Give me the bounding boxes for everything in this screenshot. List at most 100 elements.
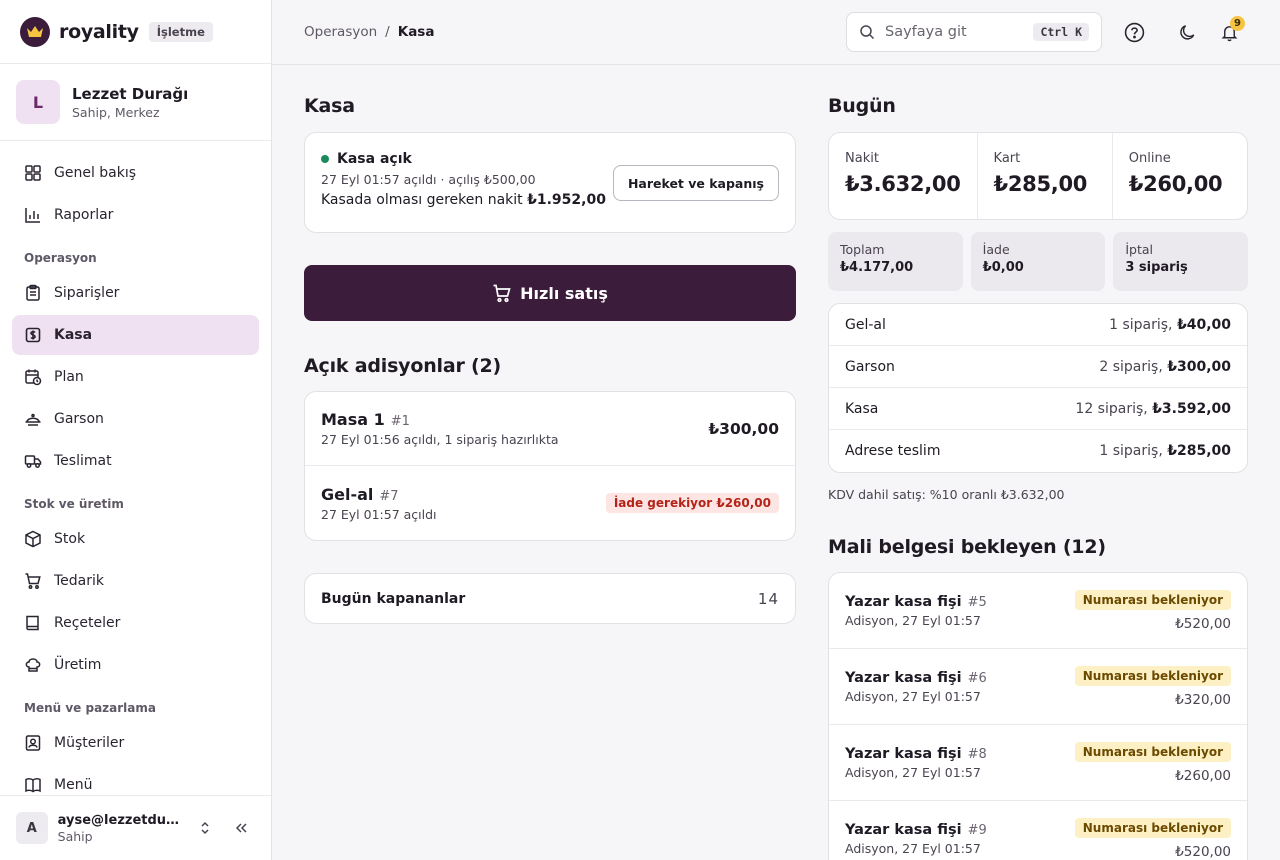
register-status-card: Kasa açık 27 Eyl 01:57 açıldı · açılış ₺…: [304, 132, 796, 233]
receipt-amount: ₺520,00: [1175, 843, 1231, 860]
org-role: Sahip, Merkez: [72, 104, 160, 120]
org-name: Lezzet Durağı: [72, 84, 189, 103]
receipt-number: #5: [967, 594, 987, 610]
sidebar-item-kasa[interactable]: Kasa: [12, 315, 259, 355]
total-label: Kart: [993, 151, 1021, 166]
list-item[interactable]: Masa 1 #1 27 Eyl 01:56 açıldı, 1 sipariş …: [305, 392, 795, 466]
collapse-sidebar-button[interactable]: [227, 814, 255, 842]
org-switcher[interactable]: L Lezzet Durağı Sahip, Merkez: [0, 64, 271, 141]
list-item[interactable]: Gel-al #7 27 Eyl 01:57 açıldı İade gereki…: [305, 466, 795, 540]
tab-name: Masa 1 #1: [321, 410, 410, 429]
sidebar-item-genel-bakis[interactable]: Genel bakış: [12, 153, 259, 193]
sidebar-item-receteler[interactable]: Reçeteler: [12, 603, 259, 643]
search-placeholder: Sayfaya git: [885, 24, 967, 40]
sidebar-item-plan[interactable]: Plan: [12, 357, 259, 397]
summary-label: İptal: [1125, 242, 1153, 257]
sidebar-item-garson[interactable]: Garson: [12, 399, 259, 439]
breadcrumb: Operasyon / Kasa: [304, 24, 434, 40]
total-value: ₺285,00: [993, 172, 1088, 196]
tab-subtitle: 27 Eyl 01:57 açıldı: [321, 506, 437, 522]
closed-today-card[interactable]: Bugün kapananlar 14: [304, 573, 796, 624]
contact-icon: [25, 735, 41, 751]
brand: royality İşletme: [0, 0, 271, 64]
summary-refund: İade ₺0,00: [970, 232, 1106, 291]
tab-subtitle: 27 Eyl 01:56 açıldı, 1 sipariş hazırlıkt…: [321, 432, 559, 447]
help-button[interactable]: [1122, 20, 1146, 44]
fiscal-pending-title: Mali belgesi bekleyen (12): [828, 536, 1106, 558]
sidebar-item-label: Menü: [54, 777, 93, 793]
breadcrumb-parent-link[interactable]: Operasyon: [304, 24, 377, 40]
sidebar-item-label: Genel bakış: [54, 165, 137, 181]
receipt-subtitle: Adisyon, 27 Eyl 01:57: [845, 688, 981, 704]
list-item[interactable]: Yazar kasa fişi #9 Adisyon, 27 Eyl 01:57 …: [829, 801, 1247, 860]
box-icon: [25, 530, 41, 548]
sidebar-item-label: Siparişler: [54, 285, 120, 301]
sidebar-item-label: Raporlar: [54, 207, 114, 223]
channel-value: 1 sipariş, ₺40,00: [1109, 316, 1231, 333]
refund-required-badge: İade gerekiyor ₺260,00: [605, 493, 779, 513]
sidebar-item-label: Stok: [54, 531, 86, 547]
sidebar-item-label: Teslimat: [54, 453, 112, 469]
sidebar-item-musteriler[interactable]: Müşteriler: [12, 723, 259, 763]
account-switch-button[interactable]: [192, 814, 220, 842]
user-menu: A ayse@lezzetduragi.com Sahip: [0, 795, 271, 860]
notifications-button[interactable]: 9: [1217, 16, 1245, 44]
crown-logo-icon: [20, 16, 50, 47]
receipt-name: Yazar kasa fişi #6: [845, 669, 987, 686]
fiscal-pending-list: Yazar kasa fişi #5 Adisyon, 27 Eyl 01:57 …: [828, 572, 1248, 860]
total-card: Kart ₺285,00: [978, 133, 1113, 219]
cart-icon: [25, 573, 41, 589]
kasa-column: Kasa Kasa açık 27 Eyl 01:57 açıldı · açı…: [304, 95, 796, 624]
sidebar-item-raporlar[interactable]: Raporlar: [12, 195, 259, 235]
chevrons-left-icon: [236, 823, 247, 833]
workspace-badge[interactable]: İşletme: [148, 21, 213, 42]
quick-sale-label: Hızlı satış: [520, 283, 608, 303]
receipt-amount: ₺320,00: [1175, 691, 1231, 708]
channel-name: Gel-al: [845, 316, 886, 333]
sidebar-item-label: Garson: [54, 411, 104, 427]
sidebar-item-uretim[interactable]: Üretim: [12, 645, 259, 685]
sidebar-item-label: Reçeteler: [54, 615, 121, 631]
grid-icon: [25, 165, 41, 181]
receipt-subtitle: Adisyon, 27 Eyl 01:57: [845, 612, 981, 628]
movement-close-button[interactable]: Hareket ve kapanış: [612, 165, 779, 201]
status-dot-icon: [321, 155, 329, 163]
status-badge: Numarası bekleniyor: [1074, 589, 1231, 610]
list-item[interactable]: Yazar kasa fişi #6 Adisyon, 27 Eyl 01:57 …: [829, 649, 1247, 725]
sidebar-item-teslimat[interactable]: Teslimat: [12, 441, 259, 481]
nav-section-title: Operasyon: [24, 251, 97, 265]
nav-section-title: Stok ve üretim: [24, 497, 124, 511]
nav-section-title: Menü ve pazarlama: [24, 701, 156, 715]
sidebar-item-label: Plan: [54, 369, 84, 385]
receipt-subtitle: Adisyon, 27 Eyl 01:57: [845, 764, 981, 780]
sidebar-item-label: Kasa: [54, 327, 93, 343]
sidebar-nav: Genel bakış Raporlar Operasyon Siparişle…: [0, 141, 271, 805]
cloche-icon: [25, 413, 41, 426]
user-email: ayse@lezzetduragi.com: [57, 812, 184, 828]
list-item[interactable]: Yazar kasa fişi #8 Adisyon, 27 Eyl 01:57 …: [829, 725, 1247, 801]
list-item[interactable]: Yazar kasa fişi #5 Adisyon, 27 Eyl 01:57 …: [829, 573, 1247, 649]
payment-totals-card: Nakit ₺3.632,00 Kart ₺285,00 Online ₺260…: [828, 132, 1248, 220]
theme-toggle-button[interactable]: [1175, 20, 1199, 44]
receipt-name: Yazar kasa fişi #5: [845, 593, 987, 610]
register-status-label: Kasa açık: [337, 151, 412, 167]
user-role: Sahip: [57, 828, 93, 844]
help-circle-icon: [1124, 22, 1144, 42]
search-input[interactable]: Sayfaya git Ctrl K: [846, 12, 1102, 52]
search-icon: [860, 25, 875, 40]
menu-book-icon: [25, 778, 41, 793]
receipt-name: Yazar kasa fişi #8: [845, 745, 987, 762]
total-value: ₺260,00: [1128, 172, 1223, 196]
channel-name: Kasa: [845, 400, 879, 417]
keyboard-shortcut: Ctrl K: [1033, 23, 1089, 41]
sidebar-item-tedarik[interactable]: Tedarik: [12, 561, 259, 601]
table-row: Kasa 12 sipariş, ₺3.592,00: [829, 388, 1247, 430]
total-cash: Nakit ₺3.632,00: [829, 133, 978, 219]
quick-sale-button[interactable]: Hızlı satış: [304, 265, 796, 321]
today-column: Bugün Nakit ₺3.632,00 Kart ₺285,00 Onlin…: [828, 95, 1249, 860]
closed-today-label: Bugün kapananlar: [321, 590, 466, 607]
brand-name: royality: [59, 20, 139, 43]
clipboard-icon: [26, 284, 40, 301]
sidebar-item-siparisler[interactable]: Siparişler: [12, 273, 259, 313]
sidebar-item-stok[interactable]: Stok: [12, 519, 259, 559]
